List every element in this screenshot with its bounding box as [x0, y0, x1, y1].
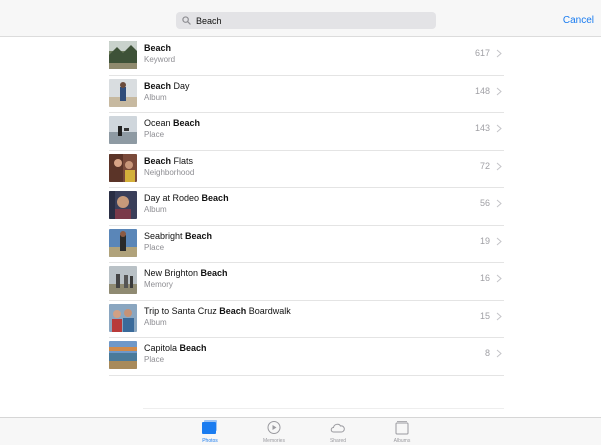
- cloud-icon: [330, 423, 345, 433]
- result-count: 148: [474, 85, 490, 96]
- result-title: Trip to Santa Cruz Beach Boardwalk: [144, 305, 291, 316]
- result-type: Album: [144, 317, 167, 327]
- result-row[interactable]: Trip to Santa Cruz Beach Boardwalk Album…: [109, 301, 504, 338]
- divider: [143, 408, 504, 409]
- result-thumbnail: [109, 228, 137, 257]
- albums-icon: [395, 421, 409, 435]
- search-bar: Cancel: [0, 0, 601, 37]
- result-count: 617: [474, 48, 490, 58]
- result-type: Neighborhood: [144, 167, 195, 177]
- result-row[interactable]: Seabright Beach Place 19: [109, 226, 504, 263]
- result-count: 15: [479, 310, 490, 321]
- memories-icon: [267, 421, 281, 434]
- result-count: 72: [479, 160, 490, 171]
- result-thumbnail: [109, 266, 137, 294]
- result-row[interactable]: Capitola Beach Place 8: [109, 338, 504, 376]
- result-row[interactable]: Ocean Beach Place 143: [109, 113, 504, 151]
- result-row[interactable]: Day at Rodeo Beach Album 56: [109, 188, 504, 226]
- result-thumbnail: [109, 78, 137, 107]
- result-row[interactable]: New Brighton Beach Memory 16: [109, 263, 504, 301]
- cancel-button[interactable]: Cancel: [563, 15, 594, 26]
- result-title: Beach: [144, 43, 172, 53]
- result-thumbnail: [109, 341, 137, 369]
- tab-memories[interactable]: Memories: [254, 420, 294, 445]
- result-type: Album: [144, 92, 167, 102]
- result-type: Place: [144, 130, 165, 139]
- search-input[interactable]: [196, 15, 416, 26]
- result-type: Keyword: [144, 55, 176, 64]
- chevron-right-icon: [496, 162, 502, 170]
- chevron-right-icon: [496, 349, 502, 358]
- result-count: 8: [484, 348, 490, 358]
- result-title: Beach Day: [144, 80, 190, 91]
- search-field[interactable]: [176, 12, 436, 29]
- photos-icon: [202, 420, 217, 434]
- result-thumbnail: [109, 153, 137, 182]
- chevron-right-icon: [496, 49, 502, 58]
- result-thumbnail: [109, 191, 137, 219]
- result-title: Capitola Beach: [144, 343, 207, 353]
- results-list: Beach Keyword 617 Beach Day Album 148 Oc…: [109, 38, 504, 376]
- chevron-right-icon: [496, 199, 502, 208]
- result-title: Ocean Beach: [144, 118, 201, 128]
- tab-shared[interactable]: Shared: [318, 420, 358, 445]
- result-title: Seabright Beach: [144, 230, 213, 241]
- result-row[interactable]: Beach Flats Neighborhood 72: [109, 151, 504, 188]
- search-icon: [182, 16, 191, 25]
- chevron-right-icon: [496, 124, 502, 133]
- chevron-right-icon: [496, 312, 502, 320]
- chevron-right-icon: [496, 237, 502, 245]
- result-title: New Brighton Beach: [144, 268, 228, 278]
- result-thumbnail: [109, 303, 137, 332]
- result-type: Memory: [144, 280, 173, 289]
- result-count: 19: [479, 235, 490, 246]
- result-count: 16: [479, 273, 490, 283]
- result-title: Beach Flats: [144, 155, 194, 166]
- chevron-right-icon: [496, 87, 502, 95]
- result-count: 143: [474, 123, 490, 133]
- tab-bar: Photos Memories Shared Albums: [0, 417, 601, 445]
- result-title: Day at Rodeo Beach: [144, 193, 229, 203]
- result-type: Place: [144, 242, 165, 252]
- result-thumbnail: [109, 41, 137, 69]
- chevron-right-icon: [496, 274, 502, 283]
- tab-albums[interactable]: Albums: [382, 420, 422, 445]
- result-row[interactable]: Beach Keyword 617: [109, 38, 504, 76]
- result-thumbnail: [109, 116, 137, 144]
- result-type: Place: [144, 355, 165, 364]
- result-count: 56: [479, 198, 490, 208]
- tab-photos[interactable]: Photos: [190, 420, 230, 445]
- result-type: Album: [144, 205, 167, 214]
- result-row[interactable]: Beach Day Album 148: [109, 76, 504, 113]
